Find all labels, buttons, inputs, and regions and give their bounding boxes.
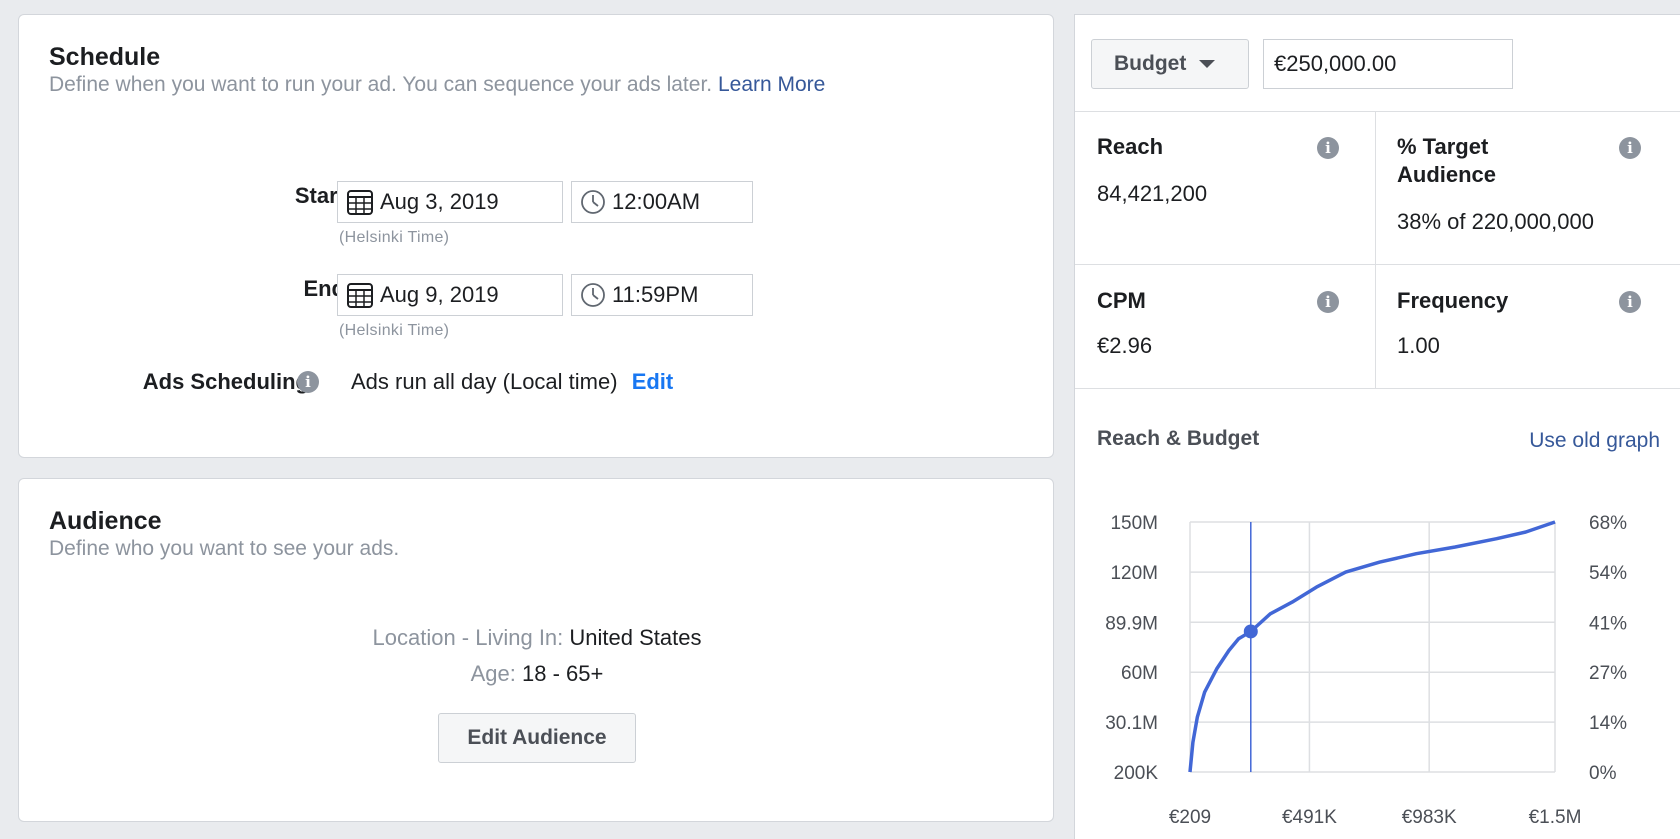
info-icon[interactable]: i: [297, 371, 319, 393]
clock-icon: [581, 283, 605, 307]
start-date-value: Aug 3, 2019: [380, 189, 499, 214]
end-timezone: (Helsinki Time): [339, 322, 450, 339]
y2-tick-label: 0%: [1589, 763, 1617, 784]
audience-subtitle: Define who you want to see your ads.: [49, 537, 400, 560]
ads-scheduling-label: Ads Scheduling: [142, 369, 309, 394]
y-tick-label: 89.9M: [1105, 613, 1158, 634]
age-key: Age:: [470, 661, 516, 686]
age-value: 18 - 65+: [522, 661, 604, 686]
divider: [1075, 388, 1680, 389]
budget-amount-value: €250,000.00: [1274, 51, 1397, 76]
divider: [1075, 264, 1680, 265]
y-tick-label: 200K: [1114, 763, 1159, 784]
y-tick-label: 120M: [1110, 563, 1158, 584]
info-icon[interactable]: i: [1317, 291, 1339, 313]
schedule-card: Schedule Define when you want to run you…: [18, 14, 1054, 458]
schedule-subtitle-text: Define when you want to run your ad. You…: [49, 73, 713, 96]
target-audience-label-line2: Audience: [1397, 162, 1497, 187]
end-label: End: [303, 276, 345, 301]
budget-amount-input[interactable]: €250,000.00: [1263, 39, 1513, 89]
info-icon[interactable]: i: [1317, 137, 1339, 159]
selected-budget-point: [1243, 624, 1258, 639]
y2-tick-label: 14%: [1589, 713, 1627, 734]
calendar-icon: [347, 190, 373, 215]
start-timezone: (Helsinki Time): [339, 229, 450, 246]
schedule-subtitle: Define when you want to run your ad. You…: [49, 73, 825, 97]
reach-label: Reach: [1097, 134, 1164, 159]
start-date-input[interactable]: Aug 3, 2019: [337, 181, 563, 223]
edit-scheduling-link[interactable]: Edit: [632, 369, 674, 394]
y-tick-label: 150M: [1110, 513, 1158, 534]
y-tick-label: 60M: [1121, 663, 1158, 684]
estimate-panel: Budget €250,000.00 Reach i 84,421,200 % …: [1074, 14, 1680, 839]
audience-title: Audience: [49, 507, 162, 535]
y2-tick-label: 68%: [1589, 513, 1627, 534]
divider: [1075, 111, 1680, 112]
learn-more-link[interactable]: Learn More: [718, 73, 825, 96]
info-icon[interactable]: i: [1619, 291, 1641, 313]
schedule-title: Schedule: [49, 43, 161, 71]
reach-value: 84,421,200: [1097, 181, 1208, 206]
age-line: Age: 18 - 65+: [19, 661, 1055, 687]
caret-down-icon: [1199, 60, 1216, 68]
end-date-input[interactable]: Aug 9, 2019: [337, 274, 563, 316]
reach-budget-chart[interactable]: 200K 0% 30.1M 14% 60M 27% 89.9M 41% 120M 54% 150M 6…: [1075, 470, 1680, 830]
end-time-value: 11:59PM: [612, 282, 699, 307]
use-old-graph-link[interactable]: Use old graph: [1529, 429, 1660, 453]
audience-card: Audience Define who you want to see your…: [18, 478, 1054, 822]
budget-selector-label: Budget: [1114, 52, 1187, 75]
frequency-value: 1.00: [1397, 333, 1440, 358]
x-tick-label: €983K: [1402, 807, 1457, 828]
graph-title: Reach & Budget: [1097, 427, 1260, 450]
end-date-value: Aug 9, 2019: [380, 282, 499, 307]
start-label: Start: [294, 183, 345, 208]
x-tick-label: €491K: [1282, 807, 1337, 828]
reach-series-line: [1188, 520, 1556, 773]
calendar-icon: [347, 283, 373, 308]
ads-scheduling-row: Ads run all day (Local time) Edit: [351, 369, 673, 395]
info-icon[interactable]: i: [1619, 137, 1641, 159]
target-audience-value: 38% of 220,000,000: [1397, 209, 1594, 234]
location-key: Location - Living In:: [372, 625, 564, 650]
x-tick-label: €209: [1169, 807, 1211, 828]
y2-tick-label: 41%: [1589, 613, 1627, 634]
budget-selector[interactable]: Budget: [1091, 39, 1249, 89]
y2-tick-label: 27%: [1589, 663, 1627, 684]
y2-tick-label: 54%: [1589, 563, 1627, 584]
location-line: Location - Living In: United States: [19, 625, 1055, 651]
divider: [1375, 111, 1376, 388]
target-audience-label: % Target Audience: [1397, 133, 1496, 189]
end-time-input[interactable]: 11:59PM: [571, 274, 753, 316]
ads-scheduling-value: Ads run all day (Local time): [351, 369, 618, 394]
location-value: United States: [569, 625, 702, 650]
cpm-value: €2.96: [1097, 333, 1153, 358]
start-time-input[interactable]: 12:00AM: [571, 181, 753, 223]
start-time-value: 12:00AM: [612, 189, 701, 214]
edit-audience-button[interactable]: Edit Audience: [438, 713, 636, 763]
y-tick-label: 30.1M: [1105, 713, 1158, 734]
clock-icon: [581, 190, 605, 214]
target-audience-label-line1: % Target: [1397, 134, 1489, 159]
cpm-label: CPM: [1097, 288, 1146, 313]
frequency-label: Frequency: [1397, 288, 1509, 313]
x-tick-label: €1.5M: [1529, 807, 1582, 828]
